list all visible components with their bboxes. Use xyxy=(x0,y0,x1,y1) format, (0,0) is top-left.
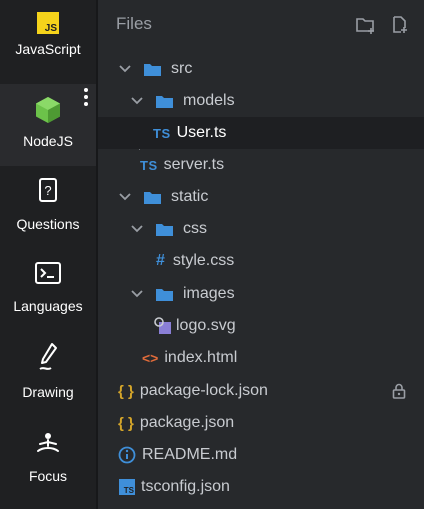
tree-folder-static[interactable]: static xyxy=(98,181,424,213)
folder-icon xyxy=(144,63,161,76)
tree-item-label: User.ts xyxy=(176,124,227,141)
tree-item-label: tsconfig.json xyxy=(141,478,230,495)
sidebar-item-questions[interactable]: ? Questions xyxy=(0,178,96,242)
terminal-icon xyxy=(35,262,61,284)
tree-item-label: src xyxy=(171,60,193,77)
sidebar-item-label: Languages xyxy=(13,298,83,314)
tree-item-label: package-lock.json xyxy=(139,382,268,399)
tree-item-label: models xyxy=(183,92,235,109)
tree-file-package-lock-json[interactable]: { } package-lock.json xyxy=(98,375,424,407)
folder-icon xyxy=(156,288,173,301)
info-icon xyxy=(118,446,136,464)
json-braces-icon: { } xyxy=(118,414,134,432)
sidebar-item-drawing[interactable]: Drawing xyxy=(0,342,96,408)
json-braces-icon: { } xyxy=(118,382,134,400)
sidebar-item-javascript[interactable]: JS JavaScript xyxy=(0,12,96,84)
chevron-down-icon xyxy=(130,222,144,236)
tree-item-label: style.css xyxy=(172,252,235,269)
sidebar-item-label: Questions xyxy=(16,216,80,232)
tree-item-label: css xyxy=(183,220,207,237)
typescript-icon: TS xyxy=(153,125,171,141)
tree-file-index-html[interactable]: <> index.html xyxy=(98,342,424,374)
tree-file-tsconfig-json[interactable]: TS tsconfig.json xyxy=(98,471,424,503)
tree-folder-models[interactable]: models xyxy=(98,85,424,117)
tree-item-label: README.md xyxy=(142,446,238,463)
more-options-icon[interactable] xyxy=(84,88,88,106)
chevron-down-icon xyxy=(130,287,144,301)
chevron-down-icon xyxy=(118,62,132,76)
tree-item-label: server.ts xyxy=(163,156,225,173)
tree-item-label: package.json xyxy=(139,414,235,431)
html-brackets-icon: <> xyxy=(142,350,159,366)
tree-folder-css[interactable]: css xyxy=(98,213,424,245)
pen-icon xyxy=(39,343,57,370)
sidebar-item-nodejs[interactable]: NodeJS xyxy=(0,84,96,166)
js-logo-icon: JS xyxy=(37,12,59,34)
tree-file-package-json[interactable]: { } package.json xyxy=(98,407,424,439)
new-file-icon[interactable] xyxy=(392,16,408,34)
tree-file-readme-md[interactable]: README.md xyxy=(98,439,424,471)
folder-icon xyxy=(156,223,173,236)
lock-icon xyxy=(392,383,406,399)
meditation-icon xyxy=(37,433,59,452)
sidebar-item-label: Focus xyxy=(28,468,68,484)
css-hash-icon: # xyxy=(156,252,165,269)
tsconfig-icon: TS xyxy=(119,479,135,495)
question-icon: ? xyxy=(39,178,57,202)
tree-item-label: logo.svg xyxy=(176,317,236,334)
chevron-down-icon xyxy=(130,94,144,108)
typescript-icon: TS xyxy=(140,157,158,173)
tree-item-label: index.html xyxy=(164,349,238,366)
panel-header-actions xyxy=(356,16,408,34)
sidebar-item-label: NodeJS xyxy=(23,133,73,149)
new-folder-icon[interactable] xyxy=(356,16,376,34)
chevron-down-icon xyxy=(118,190,132,204)
tree-folder-src[interactable]: src xyxy=(98,53,424,85)
svg-text:?: ? xyxy=(44,183,51,198)
activity-sidebar: JS JavaScript NodeJS ? Questions Languag… xyxy=(0,0,96,509)
sidebar-item-label: JavaScript xyxy=(15,41,81,57)
folder-icon xyxy=(156,95,173,108)
files-panel: Files src models TS User.ts TS server.ts… xyxy=(98,0,424,509)
tree-file-user-ts[interactable]: TS User.ts xyxy=(98,117,424,149)
panel-title: Files xyxy=(116,14,152,33)
nodejs-hexagon-icon xyxy=(36,97,60,123)
tree-item-label: static xyxy=(171,188,209,205)
tree-file-logo-svg[interactable]: logo.svg xyxy=(98,310,424,342)
tree-file-server-ts[interactable]: TS server.ts xyxy=(98,149,424,181)
sidebar-item-focus[interactable]: Focus xyxy=(0,432,96,492)
sidebar-item-languages[interactable]: Languages xyxy=(0,262,96,322)
sidebar-item-label: Drawing xyxy=(22,384,74,400)
folder-icon xyxy=(144,191,161,204)
tree-file-style-css[interactable]: # style.css xyxy=(98,245,424,277)
tree-item-label: images xyxy=(183,285,235,302)
svg-file-icon xyxy=(154,317,171,334)
tree-folder-images[interactable]: images xyxy=(98,278,424,310)
